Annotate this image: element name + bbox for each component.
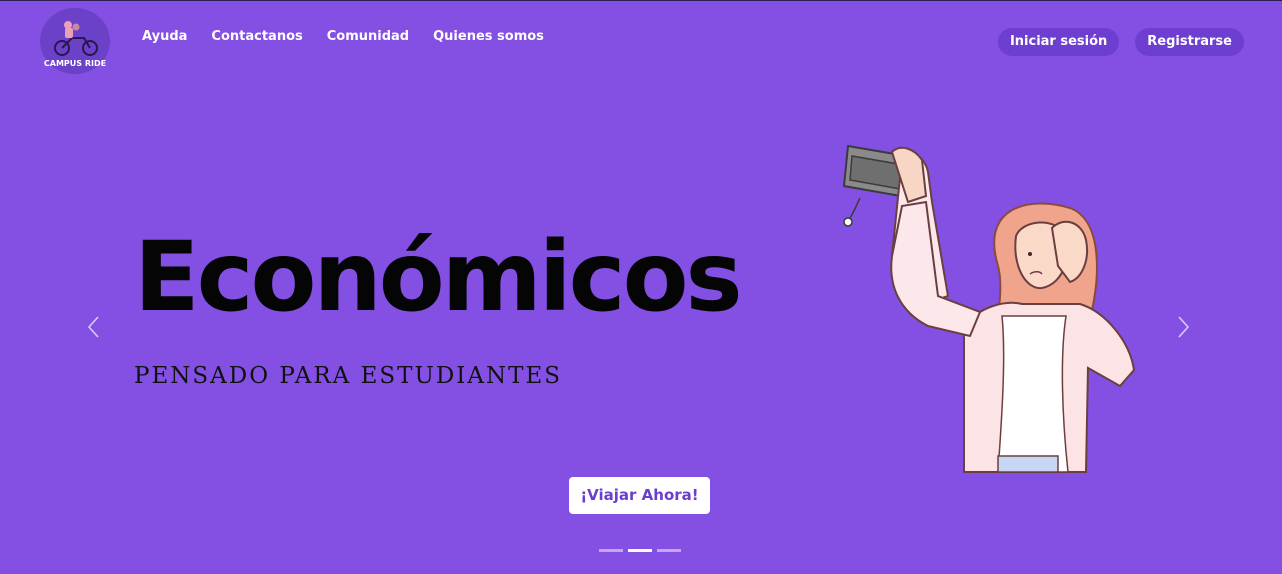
chevron-right-icon [1178, 316, 1190, 338]
nav-item-quienes-somos[interactable]: Quienes somos [433, 29, 544, 44]
register-button[interactable]: Registrarse [1135, 28, 1244, 56]
hero-title: Económicos [134, 221, 743, 333]
brand-logo[interactable]: CAMPUS RIDE [40, 8, 110, 74]
carousel-next-button[interactable] [1177, 315, 1191, 343]
carousel-indicator[interactable] [657, 549, 681, 552]
auth-buttons: Iniciar sesión Registrarse [997, 28, 1244, 56]
nav-item-ayuda[interactable]: Ayuda [142, 29, 187, 44]
logo-text: CAMPUS RIDE [44, 59, 106, 68]
carousel-prev-button[interactable] [86, 315, 100, 343]
main-nav: Ayuda Contactanos Comunidad Quienes somo… [142, 29, 544, 44]
carousel-indicator-active[interactable] [628, 549, 652, 552]
viajar-ahora-button[interactable]: ¡Viajar Ahora! [569, 477, 710, 514]
login-button[interactable]: Iniciar sesión [997, 28, 1120, 56]
hero-subtitle: PENSADO PARA ESTUDIANTES [134, 363, 562, 389]
carousel-indicators [599, 549, 681, 552]
hero-illustration [830, 136, 1140, 480]
carousel-indicator[interactable] [599, 549, 623, 552]
chevron-left-icon [87, 316, 99, 338]
nav-item-comunidad[interactable]: Comunidad [327, 29, 409, 44]
nav-item-contactanos[interactable]: Contactanos [211, 29, 302, 44]
